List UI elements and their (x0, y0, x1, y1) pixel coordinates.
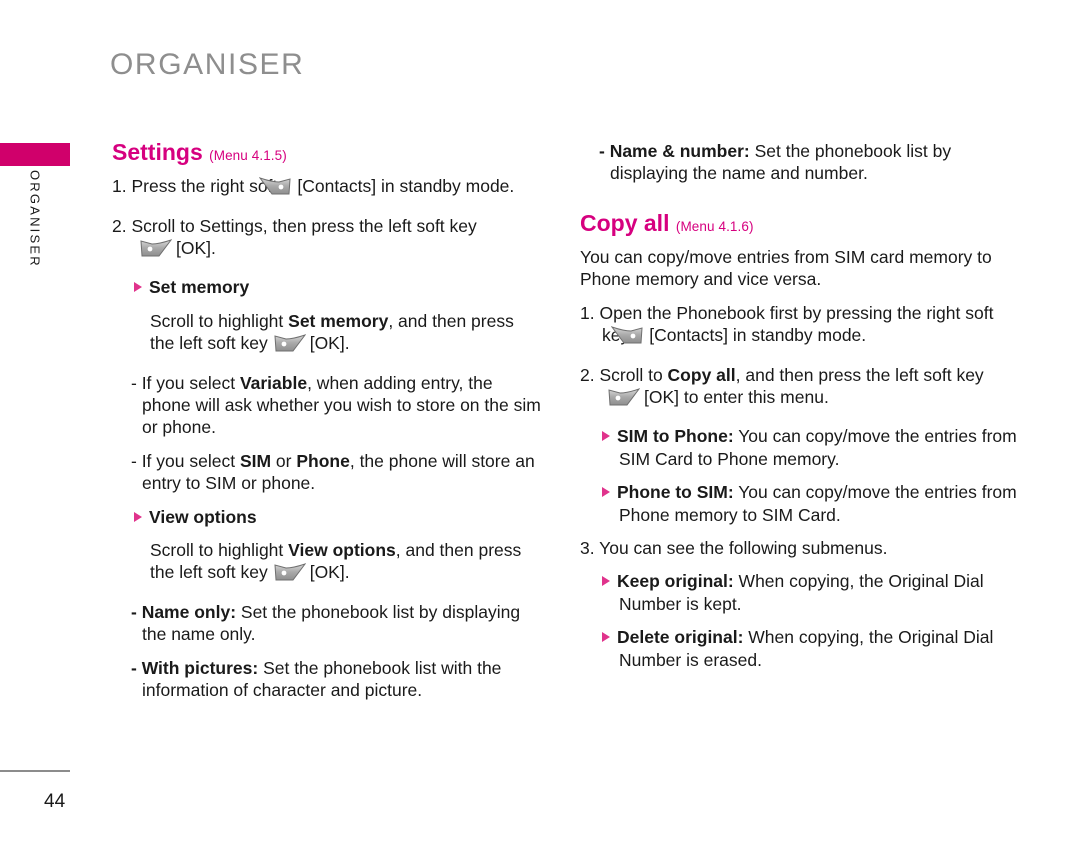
vertical-chapter-label-text: ORGANISER (27, 170, 43, 268)
left-soft-key-icon (272, 562, 307, 589)
set-memory-item-sim-phone-pre: - If you select (131, 450, 240, 471)
bullet-sim-to-phone-bold: SIM to Phone: (617, 426, 734, 447)
view-options-intro-a: Scroll to highlight (150, 539, 289, 560)
right-step-1-text-b: [Contacts] in standby mode. (649, 325, 867, 346)
bullet-keep-original: Keep original: When copying, the Origina… (602, 570, 1020, 615)
right-step-2-text-b: , and then press the left soft key (735, 364, 984, 385)
view-options-intro: Scroll to highlight View options, and th… (150, 539, 542, 590)
set-memory-item-sim-phone-mid: or (271, 450, 297, 471)
left-step-2-continuation: [OK]. (140, 238, 216, 259)
right-step-2-continuation: [OK] to enter this menu. (608, 387, 829, 408)
right-soft-key-icon (610, 325, 645, 352)
bullet-keep-original-bold: Keep original: (617, 571, 734, 592)
copy-all-intro: You can copy/move entries from SIM card … (580, 247, 992, 290)
left-step-2-text-b: [OK]. (176, 238, 216, 259)
right-soft-key-icon (258, 176, 293, 203)
left-soft-key-icon (608, 387, 641, 414)
view-options-intro-c: [OK]. (309, 562, 350, 583)
set-memory-item-variable: - If you select Variable, when adding en… (130, 372, 542, 439)
left-soft-key-icon (140, 238, 173, 265)
left-step-2-text-a: 2. Scroll to Settings, then press the le… (112, 215, 477, 236)
right-step-2-text-c: [OK] to enter this menu. (644, 387, 829, 408)
left-step-2: 2. Scroll to Settings, then press the le… (112, 215, 542, 266)
right-step-3: 3. You can see the following submenus. (580, 537, 888, 558)
section-heading-settings: Settings (Menu 4.1.5) (112, 139, 542, 165)
pink-triangle-bullet-icon (134, 282, 142, 293)
view-options-item-name-only-bold: - Name only: (131, 601, 237, 622)
section-heading-settings-title: Settings (112, 139, 203, 165)
vertical-chapter-label: ORGANISER (0, 170, 70, 273)
right-step-1: 1. Open the Phonebook first by pressing … (580, 302, 1020, 353)
set-memory-intro-c: [OK]. (309, 333, 350, 354)
page-number: 44 (44, 791, 66, 812)
set-memory-intro: Scroll to highlight Set memory, and then… (150, 310, 542, 361)
view-options-item-name-and-number-bold: - Name & number: (599, 141, 750, 161)
pink-triangle-bullet-icon (134, 511, 142, 522)
section-heading-settings-menu-ref: (Menu 4.1.5) (209, 148, 287, 163)
left-step-1-text-b: [Contacts] in standby mode. (297, 176, 515, 197)
set-memory-intro-bold: Set memory (288, 310, 389, 331)
bullet-phone-to-sim-bold: Phone to SIM: (617, 482, 734, 503)
footer-divider (0, 770, 70, 772)
pink-triangle-bullet-icon (602, 632, 610, 643)
subheading-view-options: View options (134, 506, 542, 528)
pink-triangle-bullet-icon (602, 487, 610, 498)
bullet-phone-to-sim: Phone to SIM: You can copy/move the entr… (602, 481, 1020, 526)
set-memory-item-variable-pre: - If you select (131, 372, 240, 393)
set-memory-item-sim-phone-bold2: Phone (296, 450, 350, 471)
pink-triangle-bullet-icon (602, 431, 610, 442)
section-heading-copy-all-menu-ref: (Menu 4.1.6) (675, 218, 754, 234)
subheading-set-memory: Set memory (134, 276, 542, 298)
left-step-1: 1. Press the right soft [Contacts] in sta… (112, 175, 542, 203)
view-options-item-with-pictures: - With pictures: Set the phonebook list … (130, 657, 542, 702)
bullet-delete-original-bold: Delete original: (617, 627, 744, 648)
right-step-2: 2. Scroll to Copy all, and then press th… (580, 364, 1020, 415)
bullet-sim-to-phone: SIM to Phone: You can copy/move the entr… (602, 425, 1020, 470)
set-memory-item-variable-bold: Variable (239, 372, 308, 393)
pink-triangle-bullet-icon (602, 576, 610, 587)
left-step-1-text-a: 1. Press the right soft (112, 176, 278, 197)
chapter-tab-marker (0, 143, 70, 166)
set-memory-item-sim-phone: - If you select SIM or Phone, the phone … (130, 450, 542, 495)
section-heading-copy-all: Copy all (Menu 4.1.6) (580, 209, 1020, 236)
right-step-2-text-a: 2. Scroll to (580, 364, 668, 385)
set-memory-item-sim-phone-bold: SIM (239, 450, 272, 471)
left-soft-key-icon (272, 333, 307, 360)
view-options-item-with-pictures-bold: - With pictures: (131, 657, 259, 678)
subheading-view-options-label: View options (149, 506, 257, 527)
left-column: Settings (Menu 4.1.5) 1. Press the right… (112, 139, 542, 712)
subheading-set-memory-label: Set memory (149, 277, 250, 298)
bullet-delete-original: Delete original: When copying, the Origi… (602, 626, 1020, 671)
view-options-item-name-and-number: - Name & number: Set the phonebook list … (598, 140, 1020, 185)
section-heading-copy-all-title: Copy all (580, 209, 670, 236)
set-memory-intro-a: Scroll to highlight (150, 310, 289, 331)
page-title: ORGANISER (110, 48, 305, 81)
view-options-item-name-only: - Name only: Set the phonebook list by d… (130, 601, 542, 646)
view-options-intro-bold: View options (288, 539, 396, 560)
right-step-2-bold: Copy all (667, 364, 736, 385)
right-column: - Name & number: Set the phonebook list … (580, 140, 1020, 682)
